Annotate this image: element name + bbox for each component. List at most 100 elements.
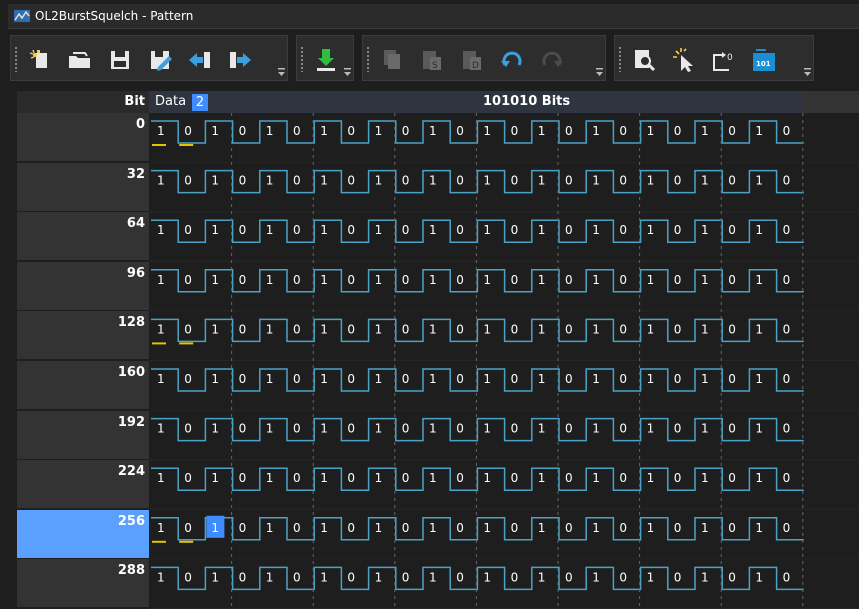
bit-value[interactable]: 1 xyxy=(266,124,274,138)
bit-value[interactable]: 0 xyxy=(402,570,410,584)
bit-value[interactable]: 1 xyxy=(320,273,328,287)
bit-value[interactable]: 1 xyxy=(266,422,274,436)
bit-value[interactable]: 1 xyxy=(375,471,383,485)
bit-value[interactable]: 0 xyxy=(239,223,247,237)
row-header[interactable]: 0 xyxy=(17,113,149,162)
bit-value[interactable]: 0 xyxy=(619,124,627,138)
bit-value[interactable]: 0 xyxy=(783,174,791,188)
bit-value[interactable]: 0 xyxy=(402,521,410,535)
bit-value[interactable]: 0 xyxy=(565,471,573,485)
bit-value[interactable]: 1 xyxy=(592,372,600,386)
bit-value[interactable]: 0 xyxy=(293,322,301,336)
bit-value[interactable]: 0 xyxy=(293,174,301,188)
bit-value[interactable]: 0 xyxy=(184,372,192,386)
bit-value[interactable]: 0 xyxy=(619,273,627,287)
bit-value[interactable]: 0 xyxy=(402,273,410,287)
bit-value[interactable]: 1 xyxy=(538,124,546,138)
bit-value[interactable]: 0 xyxy=(456,174,464,188)
bit-value[interactable]: 1 xyxy=(538,521,546,535)
bit-value[interactable]: 1 xyxy=(538,174,546,188)
bit-value[interactable]: 1 xyxy=(647,570,655,584)
overflow-icon[interactable] xyxy=(278,68,285,76)
bit-value[interactable]: 1 xyxy=(211,322,219,336)
bit-value[interactable]: 0 xyxy=(728,273,736,287)
bit-value[interactable]: 0 xyxy=(511,471,519,485)
bit-value[interactable]: 0 xyxy=(184,273,192,287)
bit-value[interactable]: 0 xyxy=(565,372,573,386)
bit-value[interactable]: 1 xyxy=(157,322,165,336)
bit-value[interactable]: 0 xyxy=(565,521,573,535)
bit-value[interactable]: 1 xyxy=(375,422,383,436)
bit-value[interactable]: 0 xyxy=(347,124,355,138)
bit-value[interactable]: 1 xyxy=(483,322,491,336)
bit-value[interactable]: 1 xyxy=(592,422,600,436)
bit-value[interactable]: 1 xyxy=(157,521,165,535)
bit-value[interactable]: 1 xyxy=(429,372,437,386)
select-pointer-icon[interactable] xyxy=(671,47,697,73)
bit-value[interactable]: 0 xyxy=(565,273,573,287)
bit-value[interactable]: 1 xyxy=(592,322,600,336)
row-header[interactable]: 96 xyxy=(17,261,149,311)
bit-value[interactable]: 0 xyxy=(347,322,355,336)
bit-value[interactable]: 1 xyxy=(429,124,437,138)
bit-value[interactable]: 1 xyxy=(266,223,274,237)
bit-value[interactable]: 1 xyxy=(211,471,219,485)
bit-value[interactable]: 0 xyxy=(674,174,682,188)
bit-value[interactable]: 1 xyxy=(320,570,328,584)
bit-value[interactable]: 1 xyxy=(592,570,600,584)
bit-value[interactable]: 0 xyxy=(728,422,736,436)
bit-value[interactable]: 1 xyxy=(701,422,709,436)
bit-value[interactable]: 1 xyxy=(211,372,219,386)
bit-value[interactable]: 1 xyxy=(538,422,546,436)
bit-value[interactable]: 0 xyxy=(674,570,682,584)
bit-value[interactable]: 1 xyxy=(755,223,763,237)
bit-value[interactable]: 0 xyxy=(783,471,791,485)
bit-value[interactable]: 1 xyxy=(647,322,655,336)
row-header[interactable]: 160 xyxy=(17,361,149,410)
bit-value[interactable]: 1 xyxy=(647,174,655,188)
bit-value[interactable]: 0 xyxy=(565,422,573,436)
bit-value[interactable]: 1 xyxy=(157,422,165,436)
bit-value[interactable]: 0 xyxy=(619,422,627,436)
bit-value[interactable]: 1 xyxy=(701,521,709,535)
bit-value[interactable]: 1 xyxy=(592,471,600,485)
bit-value[interactable]: 0 xyxy=(674,471,682,485)
bit-value[interactable]: 0 xyxy=(511,273,519,287)
bit-value[interactable]: 1 xyxy=(647,422,655,436)
binary-view-icon[interactable]: 101 xyxy=(751,47,777,73)
bit-value[interactable]: 1 xyxy=(211,422,219,436)
bit-value[interactable]: 0 xyxy=(293,372,301,386)
bit-value[interactable]: 0 xyxy=(619,174,627,188)
bit-value[interactable]: 0 xyxy=(619,223,627,237)
paste-data-icon[interactable]: D xyxy=(459,47,485,73)
bit-value[interactable]: 1 xyxy=(483,174,491,188)
bit-value[interactable]: 1 xyxy=(538,372,546,386)
bit-value[interactable]: 0 xyxy=(402,422,410,436)
bit-value[interactable]: 1 xyxy=(755,372,763,386)
bit-value[interactable]: 0 xyxy=(347,372,355,386)
bit-value[interactable]: 0 xyxy=(293,471,301,485)
bit-value[interactable]: 1 xyxy=(320,174,328,188)
bit-value[interactable]: 0 xyxy=(184,124,192,138)
bit-value[interactable]: 0 xyxy=(619,322,627,336)
bit-value[interactable]: 0 xyxy=(728,322,736,336)
bit-value[interactable]: 0 xyxy=(293,124,301,138)
bit-value[interactable]: 0 xyxy=(456,570,464,584)
bit-value[interactable]: 1 xyxy=(755,273,763,287)
bit-value[interactable]: 1 xyxy=(157,174,165,188)
bit-value[interactable]: 0 xyxy=(347,174,355,188)
bit-value[interactable]: 1 xyxy=(320,322,328,336)
bit-value[interactable]: 1 xyxy=(157,223,165,237)
toolbar-grip[interactable] xyxy=(366,46,370,72)
bit-value[interactable]: 1 xyxy=(701,124,709,138)
bit-value[interactable]: 1 xyxy=(483,124,491,138)
bit-value[interactable]: 1 xyxy=(157,273,165,287)
bit-value[interactable]: 1 xyxy=(701,322,709,336)
bit-value[interactable]: 1 xyxy=(157,570,165,584)
bit-value[interactable]: 1 xyxy=(592,273,600,287)
bit-value[interactable]: 1 xyxy=(483,570,491,584)
bit-value[interactable]: 1 xyxy=(429,521,437,535)
bit-value[interactable]: 1 xyxy=(701,223,709,237)
bit-value[interactable]: 1 xyxy=(755,422,763,436)
row-header[interactable]: 288 xyxy=(17,559,149,609)
